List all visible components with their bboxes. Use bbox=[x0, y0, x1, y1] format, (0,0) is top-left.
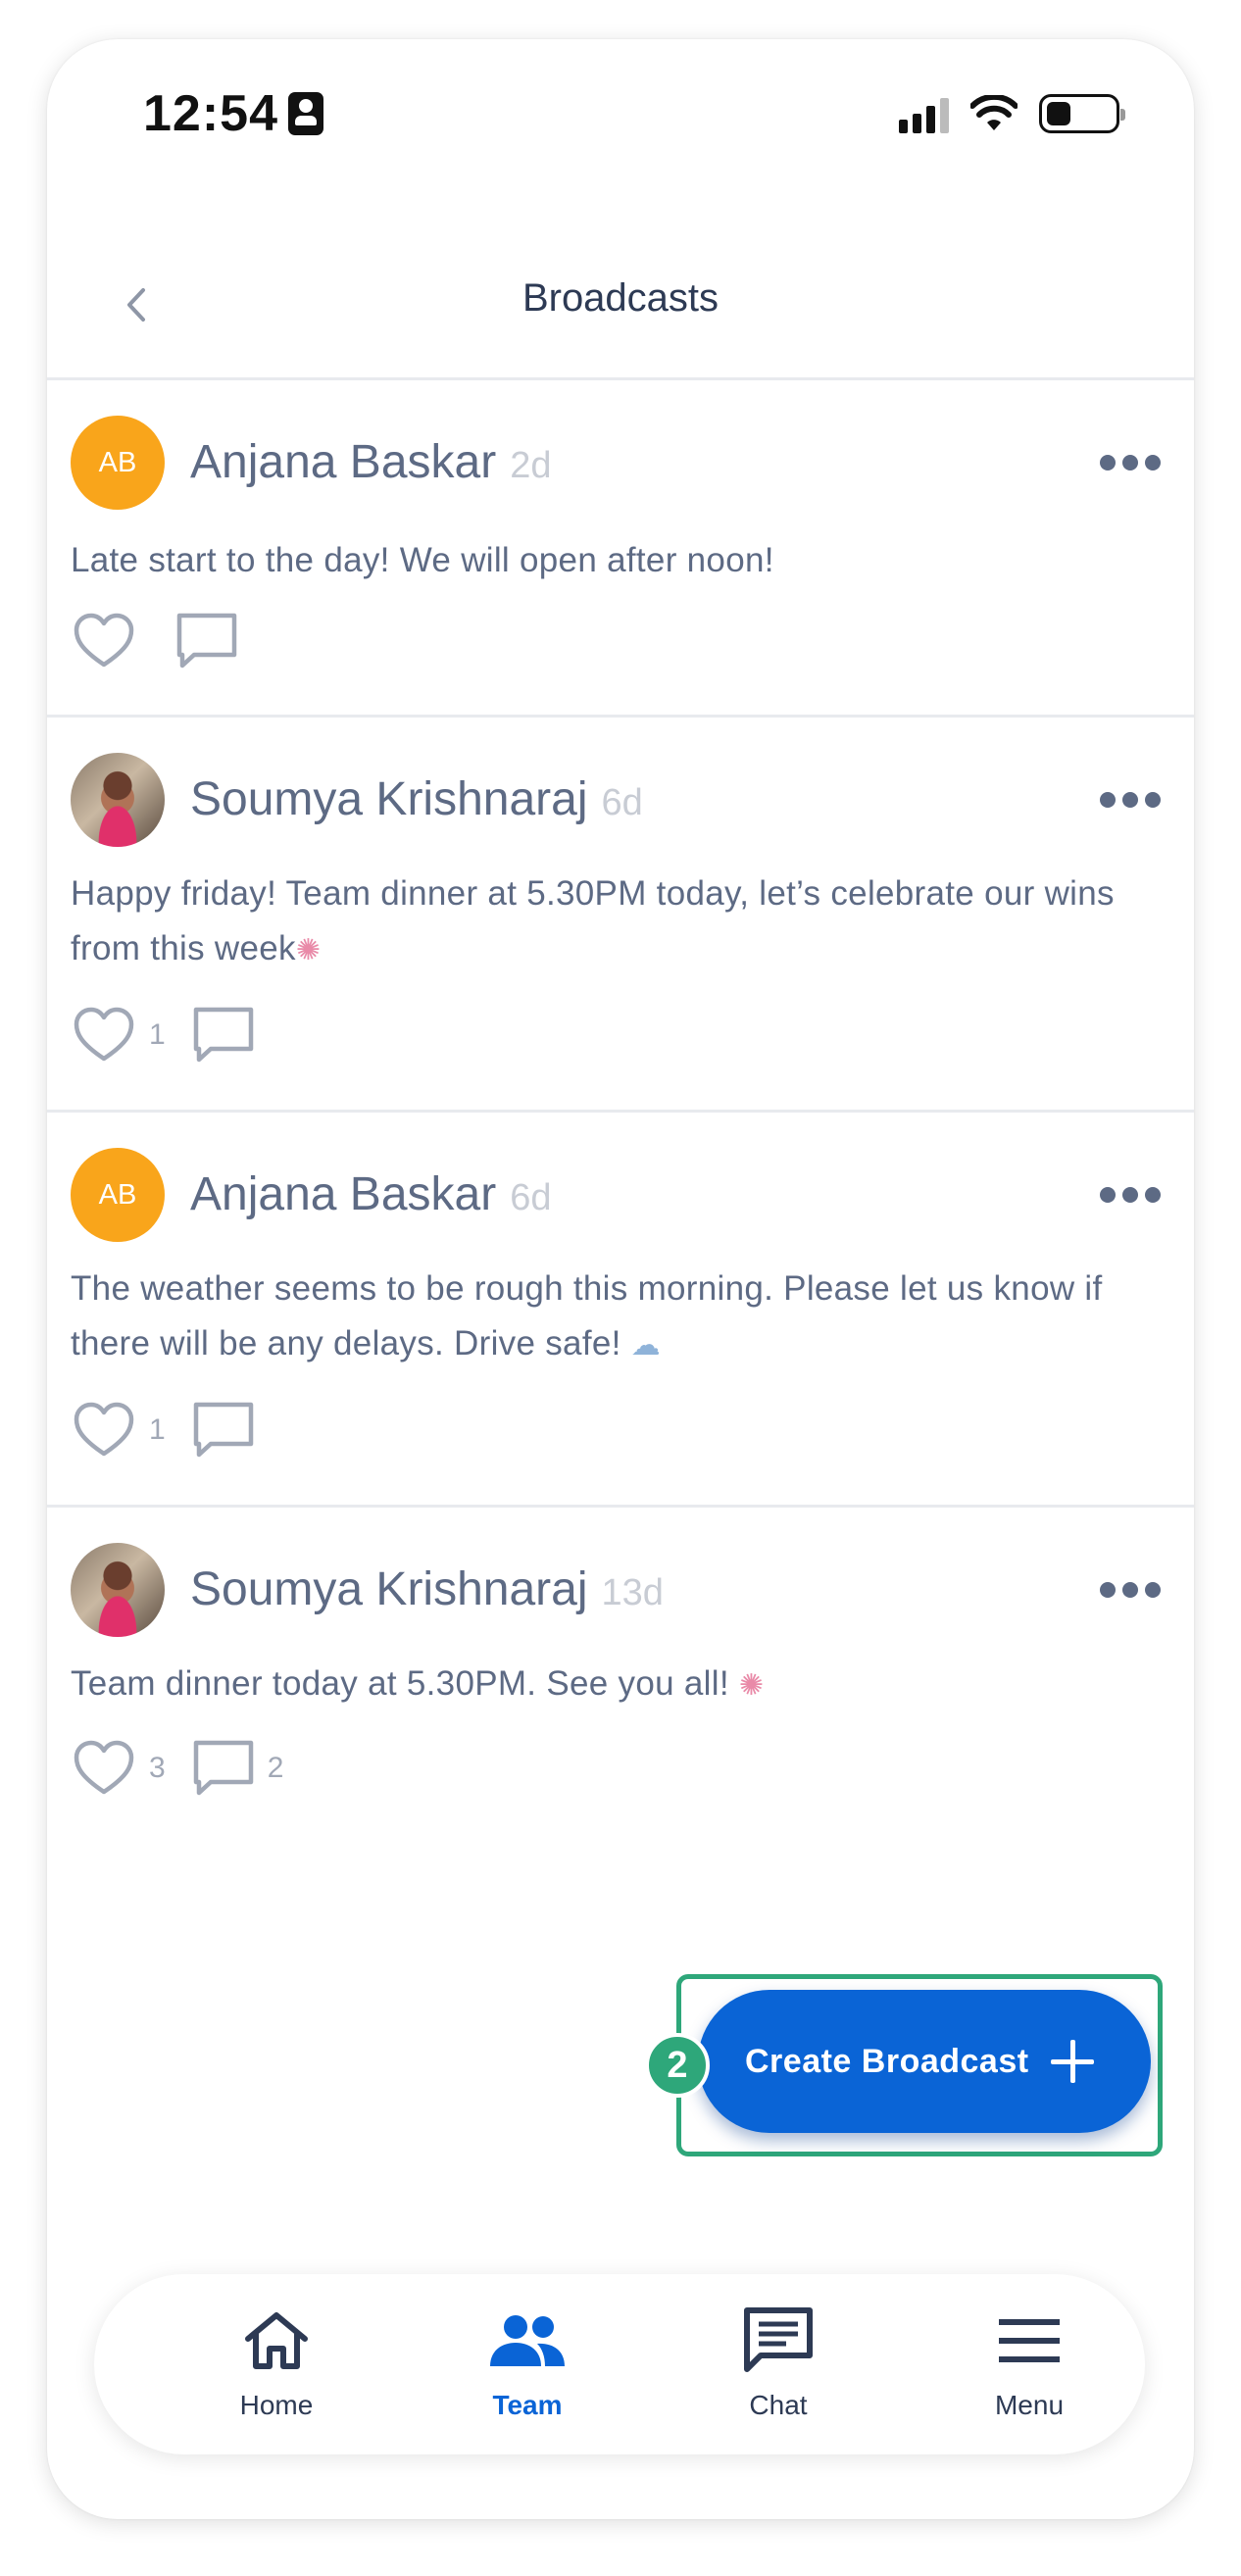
nav-label-home: Home bbox=[239, 2390, 314, 2420]
post-age: 2d bbox=[510, 445, 552, 486]
broadcast-post: Soumya Krishnaraj 13d Team dinner today a… bbox=[47, 1508, 1194, 1880]
heart-icon bbox=[74, 1402, 134, 1457]
post-message-text: Late start to the day! We will open afte… bbox=[71, 541, 774, 579]
page-title: Broadcasts bbox=[521, 276, 720, 320]
heart-icon bbox=[74, 1740, 134, 1795]
author-line: Anjana Baskar 2d bbox=[190, 435, 551, 489]
cellular-signal-icon bbox=[899, 94, 949, 133]
broadcast-post: Soumya Krishnaraj 6d Happy friday! Team d… bbox=[47, 718, 1194, 1113]
heart-icon bbox=[74, 613, 134, 668]
comment-count: 2 bbox=[267, 1752, 284, 1784]
post-message-text: Happy friday! Team dinner at 5.30PM toda… bbox=[71, 874, 1115, 967]
nav-item-menu[interactable]: Menu bbox=[931, 2274, 1127, 2454]
post-actions: 1 bbox=[71, 1399, 268, 1461]
more-options-button[interactable] bbox=[1100, 1183, 1161, 1207]
post-message: Happy friday! Team dinner at 5.30PM toda… bbox=[71, 867, 1161, 978]
avatar[interactable] bbox=[71, 1543, 165, 1637]
more-options-button[interactable] bbox=[1100, 451, 1161, 474]
menu-icon bbox=[990, 2302, 1068, 2380]
like-count: 1 bbox=[149, 1413, 166, 1446]
nav-item-chat[interactable]: Chat bbox=[680, 2274, 876, 2454]
post-message: The weather seems to be rough this morni… bbox=[71, 1262, 1161, 1373]
post-message: Team dinner today at 5.30PM. See you all… bbox=[71, 1657, 1161, 1713]
comment-icon bbox=[193, 1402, 253, 1458]
author-line: Soumya Krishnaraj 6d bbox=[190, 772, 643, 826]
post-age: 6d bbox=[510, 1177, 552, 1218]
comment-button[interactable] bbox=[191, 1400, 268, 1461]
comment-icon bbox=[193, 1007, 253, 1063]
broadcast-post: AB Anjana Baskar 2d Late start to the day… bbox=[47, 380, 1194, 718]
wifi-icon bbox=[970, 95, 1018, 130]
heart-icon bbox=[74, 1007, 134, 1062]
like-button[interactable]: 1 bbox=[71, 1004, 166, 1066]
post-message-text: Team dinner today at 5.30PM. See you all… bbox=[71, 1664, 729, 1703]
create-broadcast-button[interactable]: Create Broadcast bbox=[698, 1990, 1151, 2133]
like-count: 3 bbox=[149, 1752, 166, 1784]
avatar[interactable]: AB bbox=[71, 1148, 165, 1242]
comment-button[interactable] bbox=[191, 1005, 268, 1065]
more-options-button[interactable] bbox=[1100, 1578, 1161, 1602]
phone-screen: 12:54 Broadcasts AB Anjana Baskar 2d Lat… bbox=[47, 39, 1194, 2519]
bottom-navigation: Home Team Chat Menu bbox=[94, 2274, 1145, 2454]
comment-icon bbox=[176, 613, 237, 669]
broadcast-post: AB Anjana Baskar 6d The weather seems to … bbox=[47, 1113, 1194, 1508]
home-icon bbox=[237, 2302, 316, 2380]
post-actions: 3 2 bbox=[71, 1737, 283, 1800]
nav-label-team: Team bbox=[492, 2390, 563, 2420]
author-line: Soumya Krishnaraj 13d bbox=[190, 1562, 664, 1616]
status-time: 12:54 bbox=[143, 85, 278, 142]
post-message-text: The weather seems to be rough this morni… bbox=[71, 1269, 1103, 1362]
chat-icon bbox=[739, 2302, 818, 2380]
more-options-button[interactable] bbox=[1100, 788, 1161, 812]
avatar[interactable]: AB bbox=[71, 416, 165, 510]
comment-button[interactable]: 2 bbox=[191, 1738, 284, 1799]
author-name[interactable]: Soumya Krishnaraj bbox=[190, 1563, 588, 1615]
author-name[interactable]: Anjana Baskar bbox=[190, 436, 496, 488]
status-indicators bbox=[899, 94, 1125, 133]
broadcast-feed: AB Anjana Baskar 2d Late start to the day… bbox=[47, 380, 1194, 1880]
battery-icon bbox=[1039, 94, 1125, 133]
plus-icon bbox=[1051, 2040, 1094, 2083]
like-button[interactable]: 3 bbox=[71, 1737, 166, 1800]
author-line: Anjana Baskar 6d bbox=[190, 1167, 551, 1221]
post-actions bbox=[71, 610, 251, 672]
nav-item-home[interactable]: Home bbox=[178, 2274, 374, 2454]
party-popper-emoji-icon: ✺ bbox=[295, 934, 322, 966]
post-message: Late start to the day! We will open afte… bbox=[71, 533, 1161, 588]
nav-label-menu: Menu bbox=[994, 2390, 1065, 2420]
nav-item-team[interactable]: Team bbox=[429, 2274, 625, 2454]
team-icon bbox=[488, 2302, 567, 2380]
party-popper-emoji-icon: ✺ bbox=[738, 1669, 765, 1702]
author-name[interactable]: Anjana Baskar bbox=[190, 1168, 496, 1220]
like-count: 1 bbox=[149, 1018, 166, 1051]
like-button[interactable]: 1 bbox=[71, 1399, 166, 1461]
create-broadcast-label: Create Broadcast bbox=[745, 2042, 1029, 2080]
post-actions: 1 bbox=[71, 1004, 268, 1066]
step-number-badge: 2 bbox=[645, 2033, 710, 2098]
page-header: Broadcasts bbox=[47, 235, 1194, 380]
avatar[interactable] bbox=[71, 753, 165, 847]
nav-label-chat: Chat bbox=[749, 2390, 808, 2420]
comment-icon bbox=[193, 1740, 253, 1796]
contact-card-icon bbox=[288, 92, 323, 135]
rain-cloud-emoji-icon: ☁ bbox=[630, 1329, 661, 1362]
author-name[interactable]: Soumya Krishnaraj bbox=[190, 773, 588, 825]
comment-button[interactable] bbox=[174, 611, 251, 671]
like-button[interactable] bbox=[71, 610, 149, 672]
post-age: 6d bbox=[601, 782, 643, 823]
post-age: 13d bbox=[601, 1572, 664, 1613]
